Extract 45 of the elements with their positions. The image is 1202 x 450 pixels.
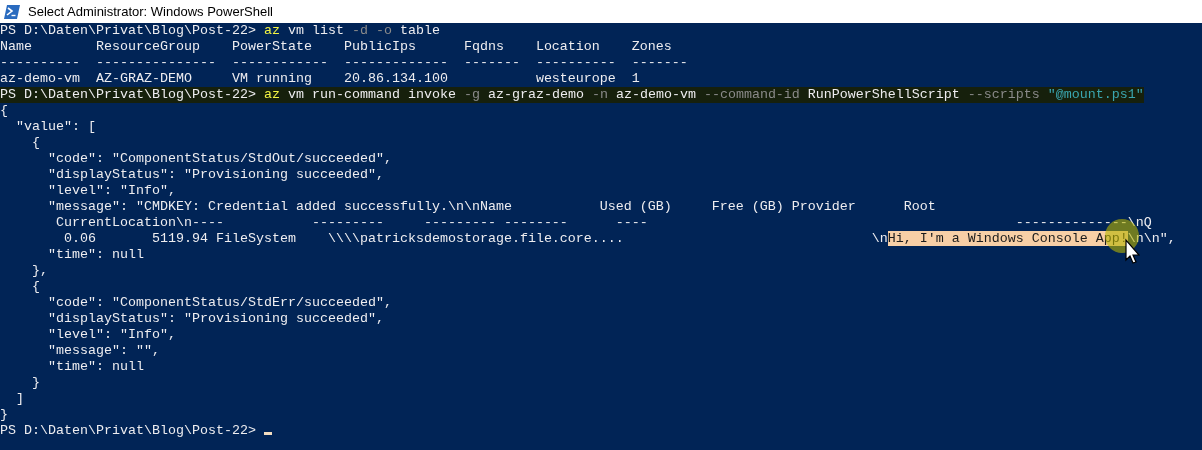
console-text: }, xyxy=(31,263,48,278)
console-text: "time": null xyxy=(47,359,144,374)
console-text: table xyxy=(398,23,440,38)
console-text: { xyxy=(0,103,8,118)
console-text: "value": [ xyxy=(15,119,96,134)
console-text: ---------- --------------- ------------ ------------- ------- ---------- ------- xyxy=(0,55,688,70)
parameter-text: -n xyxy=(591,87,608,102)
parameter-text: -o xyxy=(374,23,392,38)
console-text: "code": "ComponentStatus/StdOut/succeeded", xyxy=(47,151,392,166)
console-text: "level": "Info", xyxy=(47,183,176,198)
console-text: 0.06 5119.94 FileSystem \\\\patricksdemostorage.file.core.... \n xyxy=(63,231,888,246)
parameter-text: --scripts xyxy=(967,87,1040,102)
prompt-text: PS D:\Daten\Privat\Blog\Post-22> xyxy=(0,23,257,38)
parameter-text: -d xyxy=(351,23,368,38)
console-text: { xyxy=(31,279,40,294)
command-text: az xyxy=(263,23,280,38)
powershell-icon xyxy=(4,4,20,19)
console-text: "code": "ComponentStatus/StdErr/succeeded", xyxy=(47,295,392,310)
console-text: "message": "", xyxy=(47,343,160,358)
console-text: \n\n", xyxy=(1127,231,1176,246)
console-text: "level": "Info", xyxy=(47,327,176,342)
console-text: az-demo-vm AZ-GRAZ-DEMO VM running 20.86.134.100 westeurope 1 xyxy=(0,71,640,86)
prompt-text: PS D:\Daten\Privat\Blog\Post-22> xyxy=(0,87,257,102)
console-text: "time": null xyxy=(47,247,144,262)
console-text: az-graz-demo xyxy=(486,87,585,102)
console-text: "displayStatus": "Provisioning succeeded", xyxy=(47,167,384,182)
string-text: "@mount.ps1" xyxy=(1046,87,1144,102)
console-text: } xyxy=(0,407,8,422)
console-text: CurrentLocation\n---- --------- --------- -------- ---- --------------\nQ xyxy=(55,215,1152,230)
selected-text: Hi, I'm a Windows Console App! xyxy=(887,231,1128,246)
command-text: az xyxy=(263,87,280,102)
console-text: } xyxy=(31,375,40,390)
console-text: ] xyxy=(15,391,24,406)
prompt-text: PS D:\Daten\Privat\Blog\Post-22> xyxy=(0,423,257,438)
parameter-text: -g xyxy=(463,87,480,102)
console-text: az-demo-vm xyxy=(614,87,697,102)
window-title: Select Administrator: Windows PowerShell xyxy=(28,2,273,21)
console-text: { xyxy=(31,135,40,150)
console-text: vm run-command invoke xyxy=(286,87,457,102)
console-text: RunPowerShellScript xyxy=(806,87,961,102)
parameter-text: --command-id xyxy=(703,87,800,102)
console-text: vm list xyxy=(286,23,345,38)
console-text: "message": "CMDKEY: Credential added successfully.\n\nName Used (GB) Free (GB) Provider Root xyxy=(47,199,936,214)
console-text: Name ResourceGroup PowerState PublicIps Fqdns Location Zones xyxy=(0,39,672,54)
console-text: "displayStatus": "Provisioning succeeded", xyxy=(47,311,384,326)
